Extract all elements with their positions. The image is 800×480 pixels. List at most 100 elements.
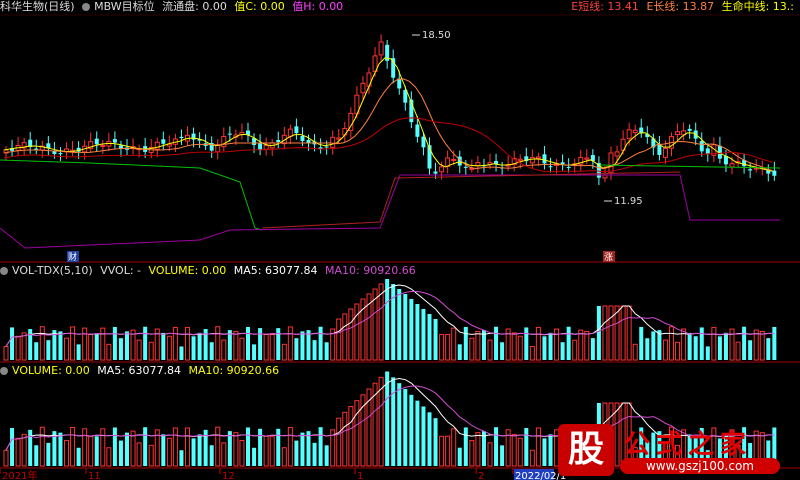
volume-bar: [385, 279, 390, 360]
volume-bar: [227, 431, 232, 466]
candle-body: [548, 166, 553, 168]
candle-body: [439, 166, 445, 173]
volume-bar: [385, 371, 390, 466]
volume-bar: [669, 326, 674, 361]
volume-bar: [415, 304, 420, 360]
volume-bar: [687, 332, 692, 360]
volume-bar: [427, 412, 432, 466]
volume-bar: [191, 438, 196, 466]
candle-body: [542, 154, 547, 164]
volume-bar: [421, 406, 426, 466]
volume-bar: [143, 326, 148, 360]
low-price-label: 11.95: [614, 196, 643, 207]
volume-bar: [766, 338, 771, 360]
candle-body: [415, 124, 420, 137]
volume-bar: [639, 326, 644, 360]
candle-body: [215, 144, 221, 153]
x-axis-label: 11: [88, 471, 101, 480]
volume-bar: [179, 450, 184, 466]
volume-bar: [403, 294, 408, 360]
volume-bar: [88, 334, 94, 361]
volume-bar: [227, 330, 232, 360]
volume-bar: [529, 345, 535, 361]
volume-bar: [475, 432, 481, 467]
volume-bar: [58, 331, 63, 360]
volume-bar: [15, 437, 21, 467]
volume-bar: [759, 330, 765, 361]
volume-bar: [753, 329, 759, 361]
volume-bar: [451, 428, 457, 467]
volume-bar: [397, 383, 402, 466]
volume-bar: [197, 434, 202, 466]
volume-bar: [705, 346, 710, 360]
volume-bar: [166, 335, 172, 361]
volume-bar: [76, 447, 81, 466]
volume-bar: [246, 326, 250, 360]
volume-bar: [517, 437, 523, 467]
volume-bar: [324, 445, 329, 466]
volume-bar: [239, 337, 245, 361]
volume-bar: [172, 427, 178, 467]
volume-bar: [494, 326, 499, 360]
candle-body: [324, 146, 329, 148]
volume-bar: [221, 339, 227, 361]
volume-bar: [143, 427, 148, 466]
volume-bar: [125, 432, 129, 466]
candle-body: [614, 151, 620, 157]
volume-bar: [100, 327, 106, 361]
volume-bar: [191, 336, 196, 360]
candle-body: [753, 167, 759, 170]
volume-bar: [711, 326, 717, 361]
volume-bar: [28, 329, 33, 360]
volume-bar: [209, 445, 214, 466]
volume-bar: [281, 447, 287, 467]
volume-bar: [21, 433, 27, 467]
volume-bar: [560, 342, 565, 360]
volume-bar: [342, 411, 348, 467]
volume-bar: [82, 428, 88, 467]
volume-bar: [463, 427, 468, 466]
volume-bar: [403, 389, 408, 466]
candle-body: [463, 166, 468, 168]
volume-bar: [415, 400, 420, 466]
volume-bar: [15, 335, 21, 361]
candle-body: [608, 152, 614, 174]
volume-bar: [64, 440, 69, 467]
candle-body: [626, 129, 632, 139]
kline-chart[interactable]: 18.5011.95财 涨2021年 11 12 1 2 2022/02/1: [0, 0, 800, 480]
volume-bar: [281, 343, 287, 361]
candle-body: [529, 157, 535, 164]
volume-bar: [221, 442, 227, 467]
volume-bar: [269, 435, 275, 467]
volume-bar: [500, 342, 505, 360]
volume-bar: [566, 326, 571, 360]
volume-bar: [451, 327, 457, 361]
volume-bar: [348, 308, 354, 361]
candle-body: [94, 138, 99, 145]
volume-bar: [675, 341, 681, 361]
volume-bar: [772, 326, 777, 360]
volume-bar: [82, 327, 88, 361]
volume-bar: [318, 427, 323, 466]
volume-bar: [76, 344, 81, 360]
candle-body: [263, 145, 269, 150]
volume-bar: [500, 445, 505, 466]
candle-body: [276, 139, 281, 143]
volume-bar: [209, 342, 214, 360]
volume-bar: [445, 435, 451, 467]
volume-bar: [258, 428, 263, 466]
volume-bar: [258, 328, 263, 360]
volume-bar: [469, 440, 475, 467]
volume-bar: [445, 333, 451, 361]
candle-body: [602, 174, 608, 179]
volume-bar: [693, 336, 698, 360]
volume-bar: [3, 346, 9, 361]
volume-bar: [548, 332, 553, 360]
volume-bar: [427, 314, 432, 360]
volume-bar: [542, 438, 547, 466]
volume-bar: [535, 326, 541, 361]
volume-bar: [494, 427, 499, 466]
volume-bar: [439, 334, 445, 361]
x-axis-label: 1: [357, 471, 363, 480]
volume-bar: [662, 339, 668, 361]
